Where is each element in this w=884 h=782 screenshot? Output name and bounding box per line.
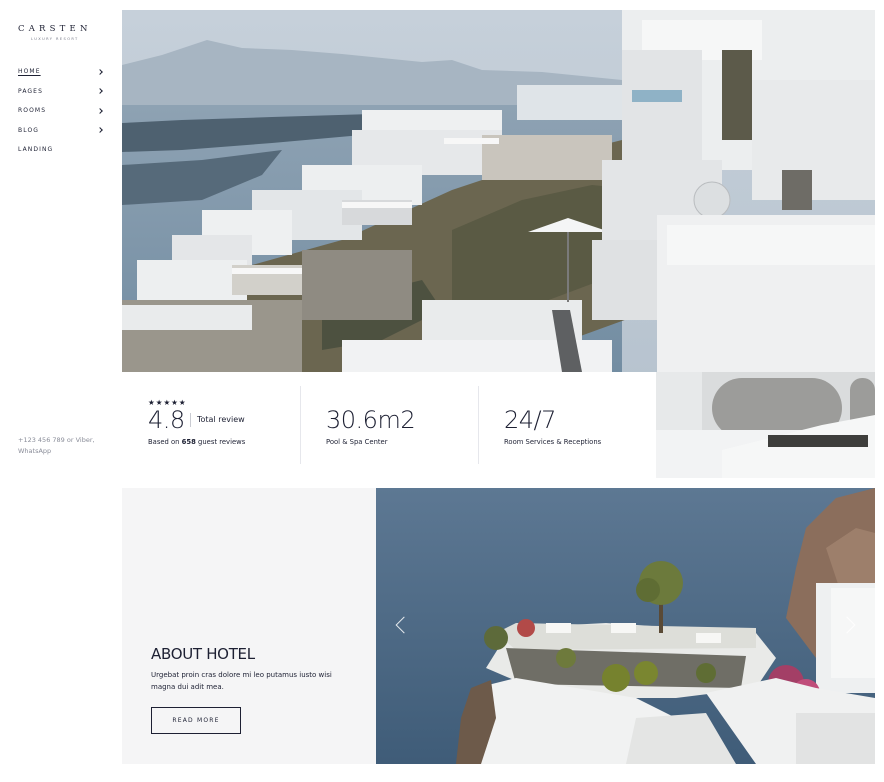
read-more-button[interactable]: READ MORE [151,707,241,734]
based-on-suffix: guest reviews [198,438,246,446]
nav-item-blog[interactable]: BLOG [18,121,104,141]
chevron-right-icon [97,127,103,134]
nav-item-landing[interactable]: LANDING [18,140,104,160]
contact-info: +123 456 789 or Viber, WhatsApp [18,436,95,455]
service-stat: 24/7 Room Services & Receptions [479,372,656,478]
logo-tagline: LUXURY RESORT [31,37,79,41]
spa-value: 30.6m2 [326,406,416,434]
about-section: ABOUT HOTEL Urgebat proin cras dolore mi… [122,488,376,764]
nav-item-rooms[interactable]: ROOMS [18,101,104,121]
chevron-right-icon [97,88,103,95]
nav-item-label: LANDING [18,146,54,154]
nav-item-label: BLOG [18,126,40,134]
nav-item-label: PAGES [18,87,43,95]
logo[interactable]: CARSTEN LUXURY RESORT [18,24,98,41]
image-slider[interactable] [376,488,875,764]
main-nav: HOME PAGES ROOMS BLOG LANDING [18,62,104,160]
based-on-prefix: Based on [148,438,180,446]
chevron-right-icon [97,107,103,114]
nav-item-label: HOME [18,68,41,76]
logo-name: CARSTEN [18,24,92,34]
service-label: Room Services & Receptions [504,438,602,446]
review-count: 658 [181,438,196,446]
rating-value: 4.8 [148,406,185,434]
rating-label: Total review [190,413,245,427]
slider-image [376,488,875,764]
service-value: 24/7 [504,406,556,434]
about-title: ABOUT HOTEL [151,645,255,663]
about-text: Urgebat proin cras dolore mi leo putamus… [151,671,332,691]
spa-label: Pool & Spa Center [326,438,388,446]
stats-bar: ★★★★★ 4.8 Total review Based on 658 gues… [122,372,656,478]
nav-item-pages[interactable]: PAGES [18,82,104,102]
rating-based-on: Based on 658 guest reviews [148,438,245,446]
spa-stat: 30.6m2 Pool & Spa Center [301,372,478,478]
rating-stat: ★★★★★ 4.8 Total review Based on 658 gues… [122,372,300,478]
nav-item-label: ROOMS [18,107,47,115]
nav-item-home[interactable]: HOME [18,62,104,82]
chevron-right-icon [97,68,103,75]
